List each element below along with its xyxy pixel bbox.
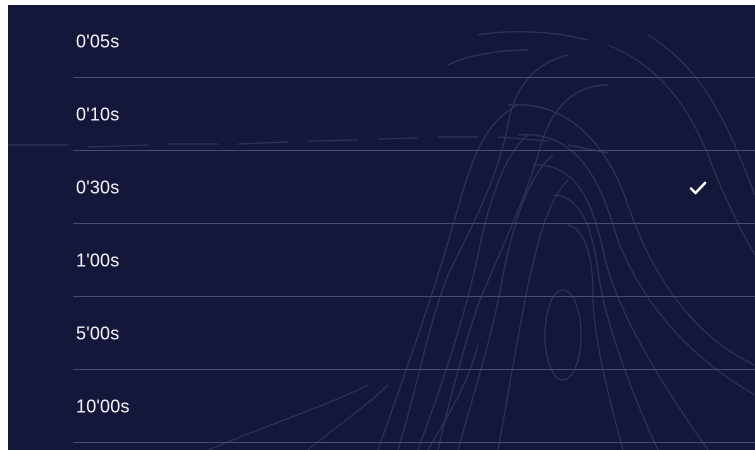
interval-options-list: 0'05s 0'10s 0'30s 1'00s 5'00s 10'00s [8,5,755,443]
option-row[interactable]: 0'30s [8,151,755,224]
option-label: 0'30s [76,177,120,197]
option-label: 10'00s [76,396,130,416]
option-label: 5'00s [76,323,120,343]
option-row[interactable]: 5'00s [8,297,755,370]
option-row[interactable]: 0'05s [8,5,755,78]
option-label: 0'10s [76,104,120,124]
interval-options-panel: 0'05s 0'10s 0'30s 1'00s 5'00s 10'00s [8,5,755,450]
option-row[interactable]: 0'10s [8,78,755,151]
option-label: 0'05s [76,31,120,51]
checkmark-icon [689,181,707,194]
option-row[interactable]: 1'00s [8,224,755,297]
option-label: 1'00s [76,250,120,270]
option-row[interactable]: 10'00s [8,370,755,443]
